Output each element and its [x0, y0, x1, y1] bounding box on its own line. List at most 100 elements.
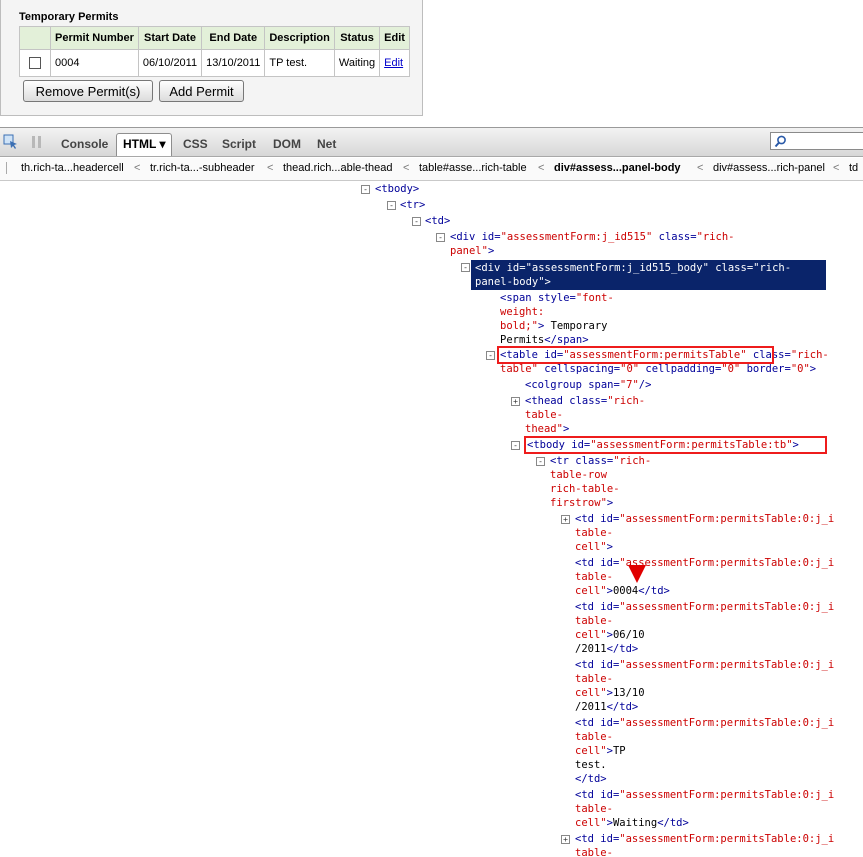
- selected-node-line-1: <div id="assessmentForm:j_id515_body" cl…: [475, 262, 792, 274]
- expand-icon[interactable]: +: [561, 835, 570, 844]
- breadcrumb-item-table[interactable]: table#asse...rich-table: [419, 162, 527, 174]
- table-row: 0004 06/10/2011 13/10/2011 TP test. Wait…: [19, 49, 410, 77]
- collapse-icon[interactable]: -: [361, 185, 370, 194]
- attr-name: style=: [537, 292, 576, 304]
- collapse-icon[interactable]: -: [486, 351, 495, 360]
- tree-node-continuation: cell">13/10: [575, 686, 645, 700]
- breadcrumb-item-panel-body[interactable]: div#assess...panel-body: [554, 162, 681, 174]
- tree-node-td-cell[interactable]: <td id="assessmentForm:permitsTable:0:j_…: [575, 832, 834, 846]
- attr-value: "0": [790, 363, 810, 375]
- tag-text: <tbody>: [375, 183, 420, 195]
- remove-permits-button[interactable]: Remove Permit(s): [23, 80, 153, 102]
- tag-text: />: [638, 379, 652, 391]
- expand-icon[interactable]: +: [511, 397, 520, 406]
- attr-value: "rich-: [790, 349, 829, 361]
- tree-node-span[interactable]: <span style="font-: [500, 291, 614, 305]
- attr-value: panel": [450, 245, 488, 257]
- tab-net[interactable]: Net: [317, 137, 336, 151]
- attr-value: table-: [575, 571, 613, 583]
- attr-value: firstrow": [550, 497, 607, 509]
- tree-node-tbody[interactable]: <tbody>: [375, 182, 419, 196]
- tree-node-continuation: panel">: [450, 244, 494, 258]
- collapse-icon[interactable]: -: [536, 457, 545, 466]
- tree-node-td[interactable]: <td>: [425, 214, 450, 228]
- attr-value: "7": [619, 379, 639, 391]
- tree-node-continuation: test.: [575, 758, 607, 772]
- tab-html[interactable]: HTML ▾: [116, 133, 173, 156]
- collapse-icon[interactable]: -: [511, 441, 520, 450]
- selected-tree-node-panel-body[interactable]: <div id="assessmentForm:j_id515_body" cl…: [471, 260, 826, 290]
- text-node: 13/10: [612, 687, 645, 699]
- attr-value: table-: [575, 731, 613, 743]
- attr-value: "assessmentForm:permitsTable:0:j_i: [619, 659, 835, 671]
- edit-cell: Edit: [379, 49, 410, 77]
- attr-name: id=: [600, 659, 620, 671]
- tab-console[interactable]: Console: [61, 137, 108, 151]
- tree-node-thead[interactable]: <thead class="rich-: [525, 394, 645, 408]
- tree-node-continuation: </td>: [575, 772, 607, 786]
- expand-icon[interactable]: +: [561, 515, 570, 524]
- attr-name: cellspacing=: [537, 363, 621, 375]
- inspect-icon[interactable]: [3, 134, 17, 149]
- attr-value: "rich-: [613, 455, 652, 467]
- tree-node-td-cell[interactable]: <td id="assessmentForm:permitsTable:0:j_…: [575, 716, 834, 730]
- tag-text: <td: [575, 833, 601, 845]
- search-input[interactable]: [770, 132, 863, 150]
- tag-text: </td>: [606, 643, 639, 655]
- text-node: Waiting: [612, 817, 658, 829]
- tab-dom[interactable]: DOM: [273, 137, 301, 151]
- tag-text: <colgroup: [525, 379, 589, 391]
- tree-node-div-rich-panel[interactable]: <div id="assessmentForm:j_id515" class="…: [450, 230, 735, 244]
- tree-node-td-cell[interactable]: <td id="assessmentForm:permitsTable:0:j_…: [575, 600, 834, 614]
- tree-node-tr-firstrow[interactable]: <tr class="rich-: [550, 454, 651, 468]
- tree-node-td-cell[interactable]: <td id="assessmentForm:permitsTable:0:j_…: [575, 512, 834, 526]
- html-tree-panel: - - - - - - + - - + + <tbody> <tr> <td> …: [0, 181, 863, 857]
- tree-node-continuation: table-row: [550, 468, 607, 482]
- attr-name: class=: [569, 395, 608, 407]
- attr-name: id=: [600, 833, 620, 845]
- breadcrumb-item-rich-panel[interactable]: div#assess...rich-panel: [713, 162, 825, 174]
- tree-node-continuation: table-: [575, 846, 613, 857]
- tag-text: </span>: [544, 334, 589, 346]
- collapse-icon[interactable]: -: [461, 263, 470, 272]
- tree-node-tr[interactable]: <tr>: [400, 198, 425, 212]
- attr-value: "assessmentForm:permitsTable:0:j_i: [619, 717, 835, 729]
- attr-value: thead": [525, 423, 563, 435]
- collapse-icon[interactable]: -: [412, 217, 421, 226]
- breadcrumb-separator: <: [267, 162, 274, 174]
- breadcrumb-item-tr[interactable]: tr.rich-ta...-subheader: [150, 162, 255, 174]
- chevron-down-icon: ▾: [159, 137, 166, 151]
- attr-value: table-row: [550, 469, 607, 481]
- tag-text: <td: [575, 717, 601, 729]
- breadcrumb-item-th[interactable]: th.rich-ta...headercell: [21, 162, 124, 174]
- text-node: 0004: [612, 585, 639, 597]
- text-node: Temporary: [544, 320, 608, 332]
- row-checkbox[interactable]: [29, 57, 41, 70]
- pause-icon[interactable]: [31, 135, 43, 149]
- tree-node-td-cell[interactable]: <td id="assessmentForm:permitsTable:0:j_…: [575, 788, 834, 802]
- tag-text: <td: [575, 557, 601, 569]
- collapse-icon[interactable]: -: [387, 201, 396, 210]
- breadcrumb-item-thead[interactable]: thead.rich...able-thead: [283, 162, 392, 174]
- tree-node-continuation: cell">06/10: [575, 628, 645, 642]
- tree-node-td-cell[interactable]: <td id="assessmentForm:permitsTable:0:j_…: [575, 658, 834, 672]
- tag-text: >: [487, 245, 495, 257]
- panel-title: Temporary Permits: [19, 11, 119, 23]
- breadcrumb-item-td[interactable]: td: [849, 162, 858, 174]
- tree-node-colgroup[interactable]: <colgroup span="7"/>: [525, 378, 651, 392]
- text-node: Permits: [500, 334, 545, 346]
- add-permit-button[interactable]: Add Permit: [159, 80, 244, 102]
- column-header-permit-number: Permit Number: [50, 26, 139, 50]
- attr-value: cell": [575, 541, 607, 553]
- edit-link[interactable]: Edit: [384, 57, 403, 69]
- tree-node-td-cell[interactable]: <td id="assessmentForm:permitsTable:0:j_…: [575, 556, 834, 570]
- tree-node-continuation: thead">: [525, 422, 569, 436]
- tab-css[interactable]: CSS: [183, 137, 208, 151]
- breadcrumb-separator: <: [403, 162, 410, 174]
- text-node: 06/10: [612, 629, 645, 641]
- collapse-icon[interactable]: -: [436, 233, 445, 242]
- tab-script[interactable]: Script: [222, 137, 256, 151]
- tree-node-continuation: table-: [575, 570, 613, 584]
- tree-node-continuation: cell">0004</td>: [575, 584, 670, 598]
- tag-text: >: [562, 423, 570, 435]
